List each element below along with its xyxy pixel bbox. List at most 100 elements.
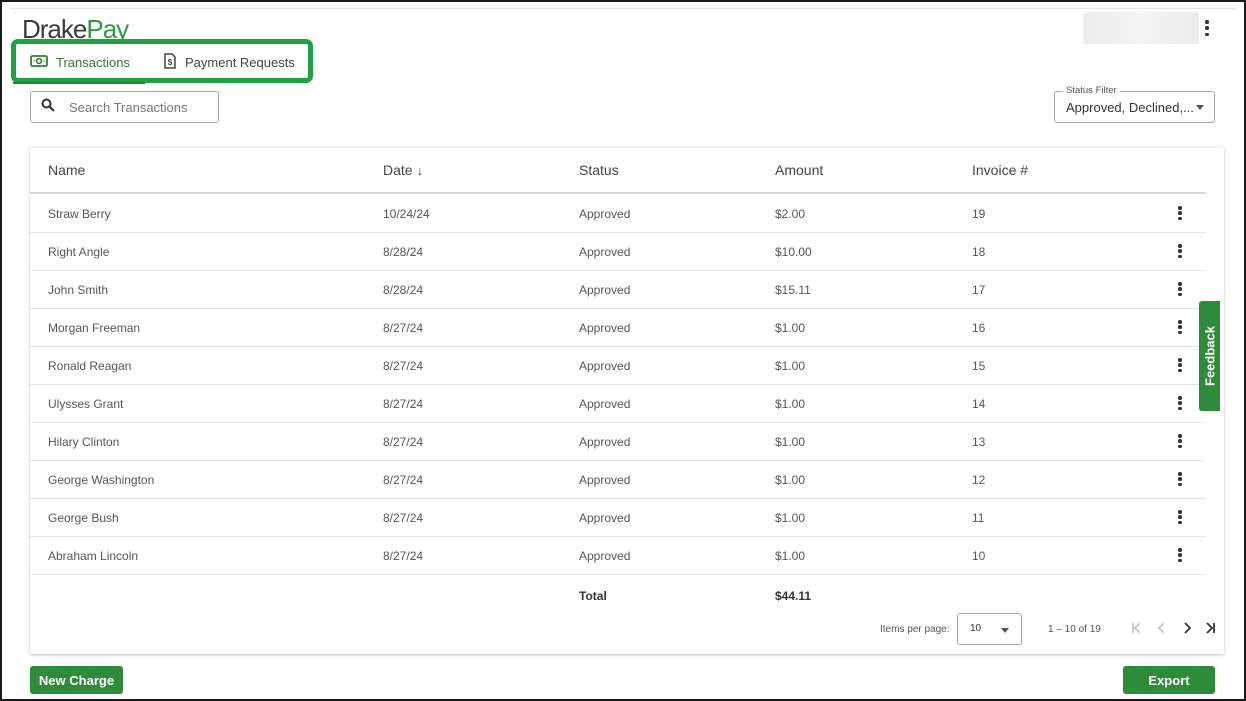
items-per-page-label: Items per page:: [880, 624, 950, 635]
search-input[interactable]: [69, 99, 209, 115]
table-row[interactable]: Ulysses Grant 8/27/24 Approved $1.00 14: [30, 385, 1206, 423]
row-actions-icon[interactable]: [1173, 355, 1187, 375]
cell-date: 8/27/24: [383, 511, 424, 525]
row-actions-icon[interactable]: [1173, 507, 1187, 527]
tab-transactions-label: Transactions: [56, 54, 130, 70]
chevron-down-icon: [1001, 628, 1009, 633]
export-button[interactable]: Export: [1123, 666, 1215, 694]
table-row[interactable]: John Smith 8/28/24 Approved $15.11 17: [30, 271, 1206, 309]
search-box[interactable]: [30, 91, 219, 123]
cell-date: 8/27/24: [383, 397, 424, 411]
total-label: Total: [579, 589, 607, 603]
row-actions-icon[interactable]: [1173, 279, 1187, 299]
status-filter-select[interactable]: Status Filter Approved, Declined,...: [1054, 85, 1215, 123]
cell-invoice: 14: [972, 397, 986, 411]
last-page-icon[interactable]: [1202, 620, 1218, 636]
previous-page-icon[interactable]: [1154, 620, 1170, 636]
cell-name: George Bush: [48, 511, 119, 525]
cell-invoice: 15: [972, 359, 986, 373]
cell-status: Approved: [579, 283, 631, 297]
table-row[interactable]: Morgan Freeman 8/27/24 Approved $1.00 16: [30, 309, 1206, 347]
row-actions-icon[interactable]: [1173, 203, 1187, 223]
cell-date: 8/27/24: [383, 473, 424, 487]
cell-name: John Smith: [48, 283, 109, 297]
cell-invoice: 13: [972, 435, 986, 449]
cell-status: Approved: [579, 397, 631, 411]
cell-status: Approved: [579, 435, 631, 449]
cell-status: Approved: [579, 359, 631, 373]
cell-name: George Washington: [48, 473, 155, 487]
cell-status: Approved: [579, 473, 631, 487]
status-filter-value: Approved, Declined,...: [1066, 100, 1194, 115]
cell-name: Ulysses Grant: [48, 397, 124, 411]
cell-invoice: 19: [972, 207, 986, 221]
feedback-label: Feedback: [1202, 326, 1217, 386]
cell-amount: $1.00: [775, 473, 806, 487]
cash-icon: [30, 54, 48, 71]
tab-transactions[interactable]: Transactions: [30, 50, 130, 74]
cell-date: 8/27/24: [383, 321, 424, 335]
cell-status: Approved: [579, 321, 631, 335]
cell-date: 8/28/24: [383, 283, 424, 297]
tab-payment-requests-label: Payment Requests: [185, 54, 295, 70]
row-actions-icon[interactable]: [1173, 545, 1187, 565]
column-header-name[interactable]: Name: [48, 162, 85, 178]
row-actions-icon[interactable]: [1173, 317, 1187, 337]
feedback-tab[interactable]: Feedback: [1199, 301, 1220, 411]
row-actions-icon[interactable]: [1173, 469, 1187, 489]
cell-status: Approved: [579, 511, 631, 525]
table-row[interactable]: Straw Berry 10/24/24 Approved $2.00 19: [30, 195, 1206, 233]
cell-invoice: 16: [972, 321, 986, 335]
next-page-icon[interactable]: [1179, 620, 1195, 636]
sort-arrow-down-icon: ↓: [416, 163, 424, 178]
cell-name: Abraham Lincoln: [48, 549, 139, 563]
column-header-date[interactable]: Date ↓: [383, 162, 423, 178]
user-info-redacted: [1083, 12, 1199, 44]
cell-amount: $1.00: [775, 359, 806, 373]
new-charge-button[interactable]: New Charge: [30, 666, 123, 694]
table-row[interactable]: George Washington 8/27/24 Approved $1.00 12: [30, 461, 1206, 499]
cell-amount: $1.00: [775, 435, 806, 449]
tab-payment-requests[interactable]: $ Payment Requests: [163, 50, 295, 74]
table-header: Name Date ↓ Status Amount Invoice #: [30, 148, 1206, 194]
row-actions-icon[interactable]: [1173, 393, 1187, 413]
cell-status: Approved: [579, 245, 631, 259]
transactions-table: Name Date ↓ Status Amount Invoice # Straw…: [30, 147, 1224, 654]
total-value: $44.11: [775, 589, 812, 603]
cell-date: 8/28/24: [383, 245, 424, 259]
cell-name: Ronald Reagan: [48, 359, 132, 373]
table-row[interactable]: George Bush 8/27/24 Approved $1.00 11: [30, 499, 1206, 537]
cell-name: Right Angle: [48, 245, 110, 259]
cell-invoice: 18: [972, 245, 986, 259]
table-row[interactable]: Ronald Reagan 8/27/24 Approved $1.00 15: [30, 347, 1206, 385]
pagination-range: 1 – 10 of 19: [1048, 624, 1101, 635]
table-row[interactable]: Right Angle 8/28/24 Approved $10.00 18: [30, 233, 1206, 271]
row-actions-icon[interactable]: [1173, 431, 1187, 451]
cell-name: Morgan Freeman: [48, 321, 141, 335]
table-row[interactable]: Hilary Clinton 8/27/24 Approved $1.00 13: [30, 423, 1206, 461]
cell-status: Approved: [579, 549, 631, 563]
table-row[interactable]: Abraham Lincoln 8/27/24 Approved $1.00 10: [30, 537, 1206, 575]
search-icon: [41, 98, 55, 117]
cell-date: 8/27/24: [383, 435, 424, 449]
items-per-page-select[interactable]: 10: [957, 613, 1022, 645]
more-options-icon[interactable]: [1200, 18, 1214, 38]
status-filter-label: Status Filter: [1063, 85, 1120, 96]
cell-date: 8/27/24: [383, 549, 424, 563]
cell-date: 10/24/24: [383, 207, 430, 221]
cell-amount: $1.00: [775, 511, 806, 525]
first-page-icon[interactable]: [1129, 620, 1145, 636]
column-header-date-label: Date: [383, 162, 413, 178]
cell-name: Hilary Clinton: [48, 435, 120, 449]
column-header-amount[interactable]: Amount: [775, 162, 823, 178]
row-actions-icon[interactable]: [1173, 241, 1187, 261]
cell-invoice: 11: [972, 511, 985, 525]
column-header-invoice[interactable]: Invoice #: [972, 162, 1028, 178]
top-divider: [10, 8, 1236, 9]
invoice-dollar-icon: $: [163, 52, 177, 72]
chevron-down-icon: [1196, 105, 1204, 110]
column-header-status[interactable]: Status: [579, 162, 619, 178]
cell-date: 8/27/24: [383, 359, 424, 373]
cell-amount: $15.11: [775, 283, 811, 297]
cell-amount: $2.00: [775, 207, 806, 221]
